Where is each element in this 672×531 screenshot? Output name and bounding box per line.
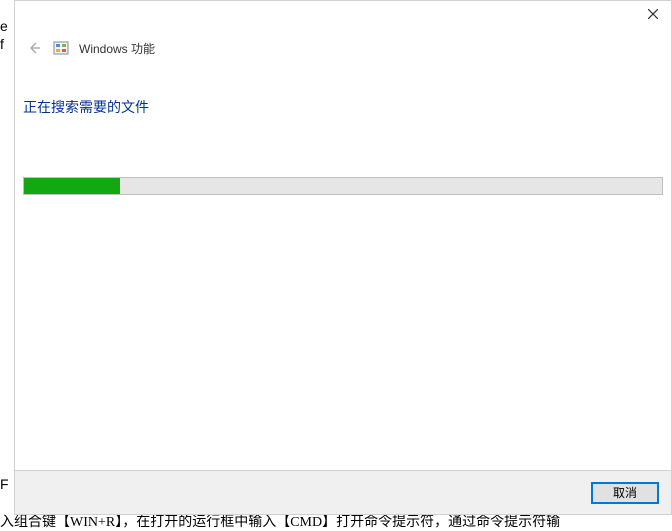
dialog-content: 正在搜索需要的文件 (15, 57, 671, 195)
back-button (25, 39, 43, 57)
back-arrow-icon (27, 41, 41, 55)
close-icon (648, 9, 658, 19)
dialog-header: Windows 功能 (15, 31, 671, 57)
status-message: 正在搜索需要的文件 (23, 97, 663, 117)
titlebar (15, 1, 671, 31)
progress-bar (23, 177, 663, 195)
bg-fragment: f (0, 36, 4, 52)
progress-fill (24, 178, 120, 194)
button-bar: 取消 (15, 470, 671, 514)
cancel-button[interactable]: 取消 (591, 482, 659, 504)
windows-features-dialog: Windows 功能 正在搜索需要的文件 取消 (14, 0, 672, 515)
close-button[interactable] (641, 5, 665, 23)
windows-features-icon (53, 40, 69, 56)
bg-fragment: F (0, 476, 9, 492)
dialog-title: Windows 功能 (79, 40, 155, 57)
bg-fragment: e (0, 18, 8, 34)
